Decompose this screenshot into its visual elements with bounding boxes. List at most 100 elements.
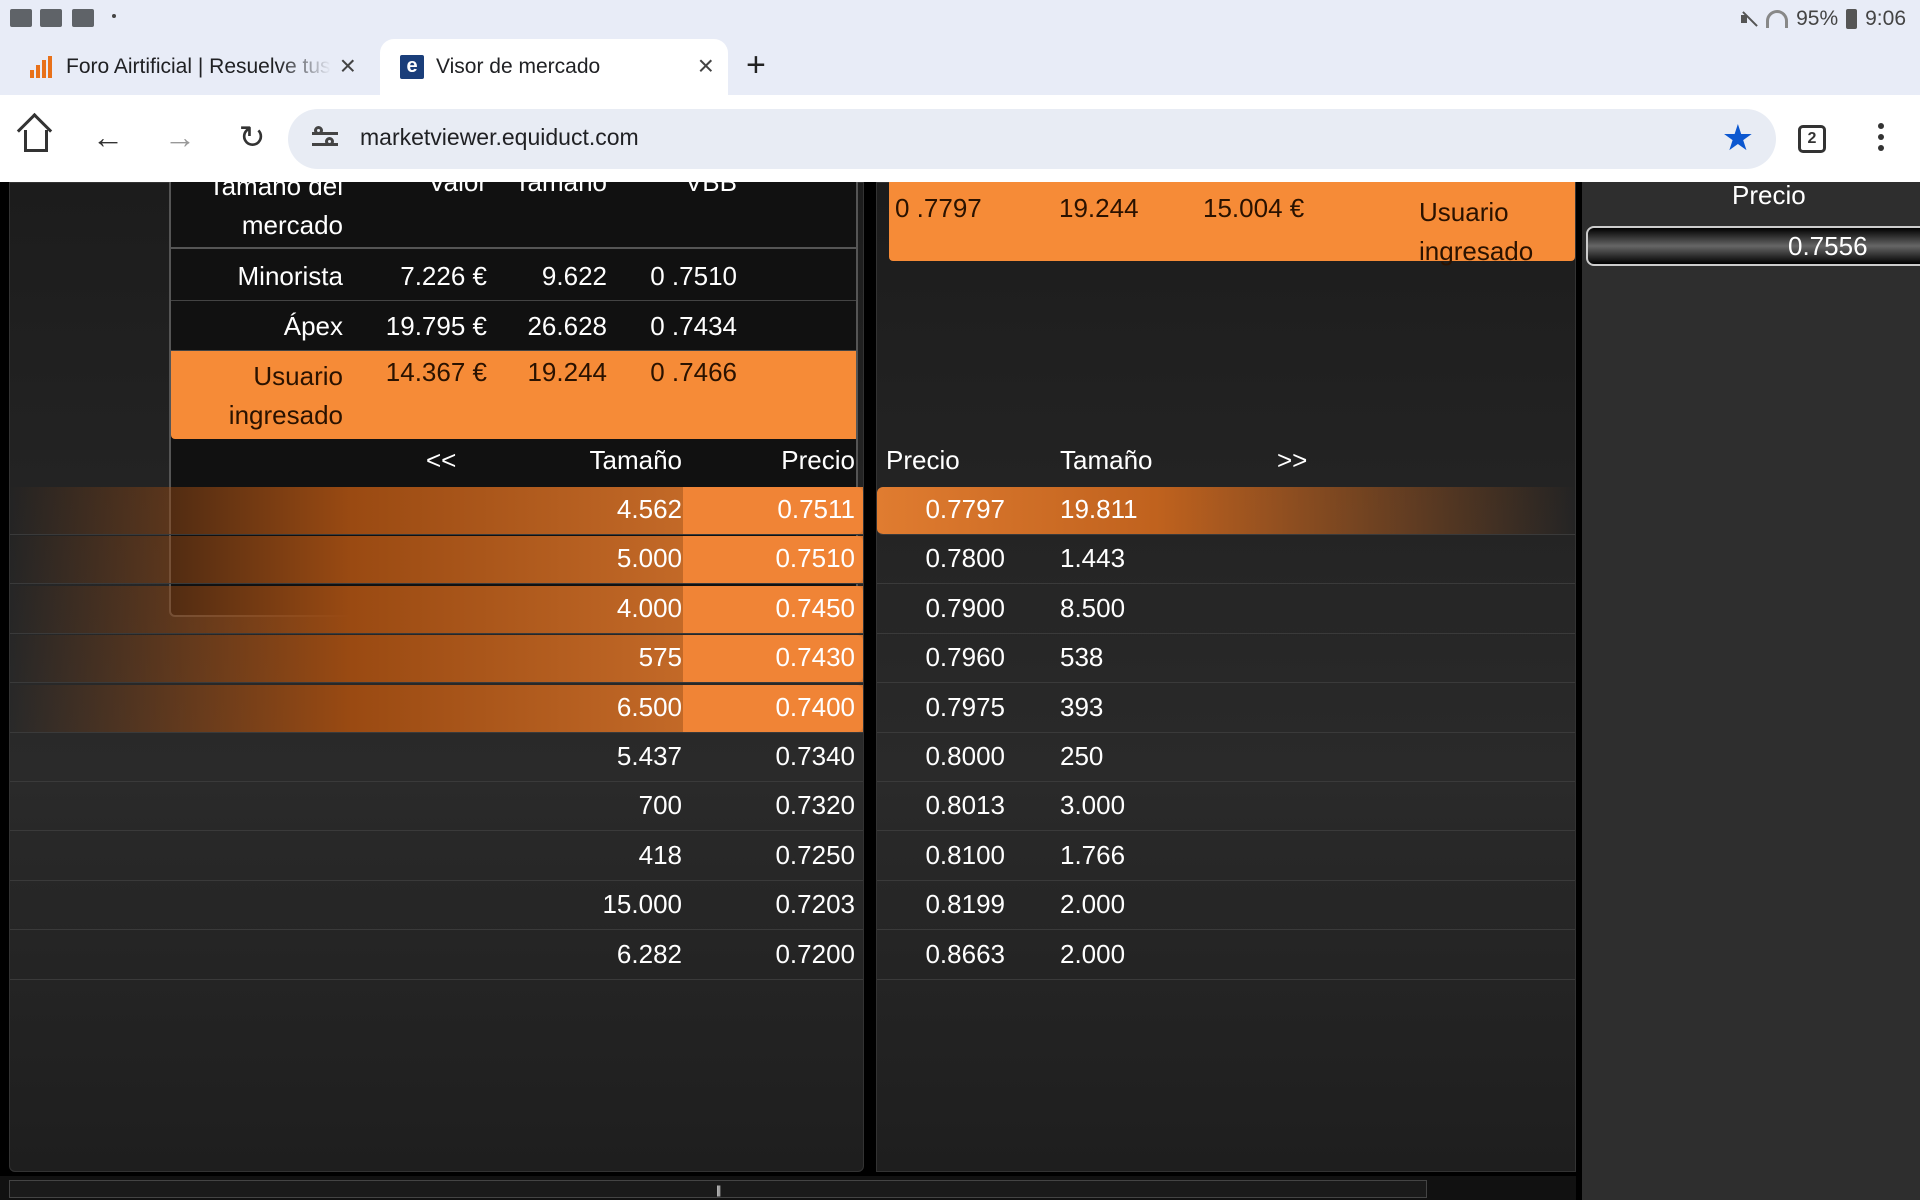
ask-size: 250 (1060, 741, 1104, 771)
ask-row[interactable]: 0.8199 2.000 (877, 882, 1575, 931)
bid-row[interactable]: 4.562 0.7511 (10, 487, 863, 535)
close-icon[interactable]: × (340, 51, 356, 81)
bid-price: 0.7340 (775, 741, 855, 771)
address-bar[interactable]: marketviewer.equiduct.com ★ (288, 109, 1776, 169)
ask-row[interactable]: 0.8000 250 (877, 734, 1575, 782)
battery-percent: 95% (1796, 7, 1839, 30)
bid-price: 0.7203 (775, 889, 855, 920)
bookmark-star-icon[interactable]: ★ (1722, 117, 1754, 159)
bid-row[interactable]: 4.000 0.7450 (10, 585, 863, 634)
bid-size: 15.000 (602, 889, 682, 920)
bid-size: 4.562 (616, 494, 682, 524)
bid-row[interactable]: 418 0.7250 (10, 833, 863, 881)
summary-row-minorista: Minorista 7.226 € 9.622 0 .7510 (171, 251, 856, 301)
grip-icon: ||| (716, 1183, 722, 1197)
ask-row[interactable]: 0.7900 8.500 (877, 586, 1575, 634)
summary-header-valor: Valor (428, 182, 487, 197)
ask-size: 19.811 (1060, 494, 1138, 524)
ask-summary-label: Usuario ingresado (1419, 197, 1534, 266)
summary-header-market-size: Tamaño del mercado (208, 182, 343, 240)
bid-row[interactable]: 6.282 0.7200 (10, 932, 863, 980)
ask-size: 8.500 (1060, 592, 1126, 623)
tab-visor-de-mercado[interactable]: e Visor de mercado × (380, 39, 728, 95)
tab-switcher-button[interactable]: 2 (1798, 125, 1826, 153)
asks-next-button[interactable]: >> (1277, 445, 1307, 476)
battery-icon (1846, 9, 1858, 29)
reload-icon: ↻ (238, 119, 266, 155)
reload-button[interactable]: ↻ (230, 115, 274, 159)
ask-price: 0.7975 (925, 691, 1005, 722)
summary-tamano: 9.622 (541, 261, 607, 291)
bid-price: 0.7430 (775, 642, 855, 673)
bid-size: 6.282 (616, 938, 682, 969)
ask-size: 1.766 (1060, 839, 1126, 870)
ask-row[interactable]: 0.7797 19.811 (877, 487, 1575, 535)
bid-size: 700 (638, 790, 682, 821)
forward-arrow-icon: → (164, 118, 196, 155)
gallery-notification-icon (72, 9, 94, 27)
bid-price: 0.7200 (775, 938, 855, 969)
scrollbar-thumb[interactable]: ||| (9, 1180, 1427, 1198)
bid-row[interactable]: 5.437 0.7340 (10, 734, 863, 782)
ask-row[interactable]: 0.7975 393 (877, 685, 1575, 733)
tab-foro-airtificial[interactable]: Foro Airtificial | Resuelve tus × (10, 39, 370, 95)
new-tab-icon[interactable]: + (746, 45, 766, 85)
ask-size: 393 (1060, 691, 1104, 722)
ask-row[interactable]: 0.8663 2.000 (877, 932, 1575, 980)
market-viewer-page: Tamaño del mercado Valor Tamaño VBB Mino… (0, 182, 1920, 1200)
horizontal-scrollbar[interactable]: ||| (0, 1176, 1576, 1200)
bid-row[interactable]: 15.000 0.7203 (10, 882, 863, 931)
price-side-panel: Precio 0.7556 (1582, 182, 1920, 1200)
bids-header-precio: Precio (781, 445, 855, 475)
ask-row[interactable]: 0.8100 1.766 (877, 833, 1575, 881)
close-icon[interactable]: × (698, 51, 714, 81)
tab-label: Visor de mercado (436, 55, 601, 78)
bid-price: 0.7320 (775, 790, 855, 821)
ask-row[interactable]: 0.8013 3.000 (877, 783, 1575, 832)
browser-toolbar: ← → ↻ marketviewer.equiduct.com ★ 2 (0, 95, 1920, 182)
home-button[interactable] (14, 115, 58, 159)
more-menu-icon[interactable] (1878, 123, 1884, 153)
site-settings-icon[interactable] (312, 126, 338, 149)
summary-vbb: 0 .7510 (650, 261, 737, 291)
summary-row-usuario-ingresado: Usuario ingresado 14.367 € 19.244 0 .746… (171, 351, 856, 439)
back-button[interactable]: ← (86, 115, 130, 159)
ask-price: 0.7797 (925, 494, 1005, 524)
ask-size: 1.443 (1060, 543, 1126, 574)
bid-size: 4.000 (616, 592, 682, 623)
ask-size: 538 (1060, 642, 1104, 673)
bids-prev-button[interactable]: << (426, 445, 456, 476)
wifi-icon (1766, 10, 1789, 28)
ask-summary-usuario-ingresado: 0 .7797 19.244 15.004 € Usuario ingresad… (889, 182, 1575, 266)
ask-row[interactable]: 0.7800 1.443 (877, 536, 1575, 585)
home-icon (24, 130, 48, 152)
asks-panel: 0 .7797 19.244 15.004 € Usuario ingresad… (876, 182, 1576, 1172)
bid-row[interactable]: 700 0.7320 (10, 783, 863, 832)
ask-price: 0.8013 (925, 790, 1005, 821)
ask-row[interactable]: 0.7960 538 (877, 635, 1575, 684)
url-text: marketviewer.equiduct.com (360, 124, 639, 150)
summary-row-label: Minorista (237, 261, 343, 291)
bid-row[interactable]: 6.500 0.7400 (10, 684, 863, 733)
asks-header-tamano: Tamaño (1060, 445, 1153, 475)
ask-price: 0.7900 (925, 592, 1005, 623)
bid-row[interactable]: 5.000 0.7510 (10, 536, 863, 585)
chart-icon (30, 56, 54, 78)
side-price-value: 0.7556 (1788, 231, 1868, 261)
summary-tamano: 26.628 (527, 311, 607, 341)
bid-row[interactable]: 575 0.7430 (10, 635, 863, 684)
bid-size: 418 (638, 839, 682, 870)
forward-button[interactable]: → (158, 115, 202, 159)
ask-summary-vbb: 0 .7797 (895, 193, 982, 223)
ask-summary-valor: 15.004 € (1203, 193, 1305, 223)
ask-price: 0.8663 (925, 938, 1005, 969)
ask-price: 0.7800 (925, 543, 1005, 574)
equiduct-e-icon: e (400, 55, 424, 79)
ask-size: 3.000 (1060, 790, 1126, 821)
back-arrow-icon: ← (92, 118, 124, 155)
summary-valor: 14.367 € (385, 357, 487, 387)
gallery-notification-icon (40, 9, 62, 27)
summary-vbb: 0 .7466 (650, 357, 737, 387)
bid-price: 0.7250 (775, 839, 855, 870)
tab-strip: Foro Airtificial | Resuelve tus × e Viso… (0, 37, 1920, 95)
